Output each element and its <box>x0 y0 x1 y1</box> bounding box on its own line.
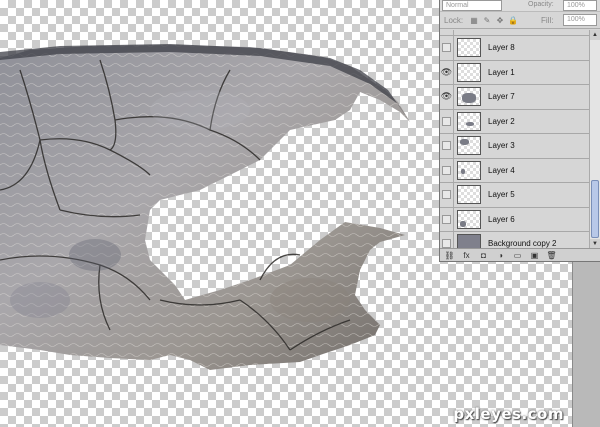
delete-layer-icon[interactable]: 🗑 <box>546 251 557 260</box>
fill-label: Fill: <box>541 16 554 25</box>
eye-icon[interactable]: 👁 <box>440 85 454 109</box>
visibility-toggle[interactable] <box>440 36 454 60</box>
panel-header: Normal Opacity: 100% <box>440 0 600 12</box>
lock-all-icon[interactable]: 🔒 <box>508 15 518 25</box>
layer-name: Background copy 2 <box>488 239 557 249</box>
lock-transparency-icon[interactable]: ▦ <box>469 15 479 25</box>
scroll-thumb[interactable] <box>591 180 599 238</box>
layer-row[interactable]: 👁 Layer 7 <box>440 85 589 110</box>
lock-label: Lock: <box>444 16 464 25</box>
panel-footer: ⛓ fx ◘ ◑ ▭ ▣ 🗑 <box>440 248 600 261</box>
layer-row[interactable]: Layer 3 <box>440 134 589 159</box>
opacity-label: Opacity: <box>528 1 554 8</box>
layer-name: Layer 8 <box>488 43 515 53</box>
layer-thumbnail <box>457 62 481 82</box>
layer-thumbnail <box>457 111 481 131</box>
layer-row[interactable]: Layer 8 <box>440 36 589 61</box>
layer-thumbnail <box>457 234 481 249</box>
layer-name: Layer 6 <box>488 214 515 224</box>
add-mask-icon[interactable]: ◘ <box>478 251 489 260</box>
layers-panel: Normal Opacity: 100% Lock: ▦ ✎ ✥ 🔒 Fill:… <box>439 0 600 262</box>
lock-paint-icon[interactable]: ✎ <box>482 15 492 25</box>
scroll-up-icon[interactable]: ▲ <box>590 30 600 40</box>
visibility-toggle[interactable] <box>440 183 454 207</box>
new-group-icon[interactable]: ▭ <box>512 251 523 260</box>
layer-name: Layer 5 <box>488 190 515 200</box>
layer-name: Layer 7 <box>488 92 515 102</box>
layer-thumbnail <box>457 87 481 107</box>
visibility-toggle[interactable] <box>440 109 454 133</box>
layer-row[interactable]: Layer 6 <box>440 207 589 232</box>
new-layer-icon[interactable]: ▣ <box>529 251 540 260</box>
layer-name: Layer 3 <box>488 141 515 151</box>
layer-thumbnail <box>457 38 481 58</box>
link-layers-icon[interactable]: ⛓ <box>444 251 455 260</box>
layer-thumbnail <box>457 160 481 180</box>
fill-field[interactable]: 100% <box>563 14 597 26</box>
layer-row[interactable]: Layer 2 <box>440 109 589 134</box>
layer-name: Layer 2 <box>488 116 515 126</box>
layer-row[interactable]: Background copy 2 <box>440 232 589 249</box>
visibility-toggle[interactable] <box>440 207 454 231</box>
lock-row: Lock: ▦ ✎ ✥ 🔒 Fill: 100% <box>440 12 600 29</box>
layer-name: Layer 4 <box>488 165 515 175</box>
layer-thumbnail <box>457 209 481 229</box>
layer-thumbnail <box>457 136 481 156</box>
lock-move-icon[interactable]: ✥ <box>495 15 505 25</box>
visibility-toggle[interactable] <box>440 232 454 249</box>
visibility-toggle[interactable] <box>440 134 454 158</box>
layers-list: Layer 8 👁 Layer 1 👁 Layer 7 Layer 2 Laye… <box>440 30 589 249</box>
adjustment-layer-icon[interactable]: ◑ <box>495 251 506 260</box>
opacity-field[interactable]: 100% <box>563 0 597 11</box>
layers-scrollbar[interactable]: ▲ ▼ <box>589 30 600 249</box>
layer-thumbnail <box>457 185 481 205</box>
fx-icon[interactable]: fx <box>461 251 472 260</box>
visibility-toggle[interactable] <box>440 158 454 182</box>
layer-row[interactable]: 👁 Layer 1 <box>440 60 589 85</box>
blend-mode-select[interactable]: Normal <box>442 0 502 11</box>
layer-name: Layer 1 <box>488 67 515 77</box>
layer-row[interactable]: Layer 5 <box>440 183 589 208</box>
layer-row[interactable]: Layer 4 <box>440 158 589 183</box>
watermark-text: pxleyes.com <box>453 405 564 423</box>
eye-icon[interactable]: 👁 <box>440 60 454 84</box>
